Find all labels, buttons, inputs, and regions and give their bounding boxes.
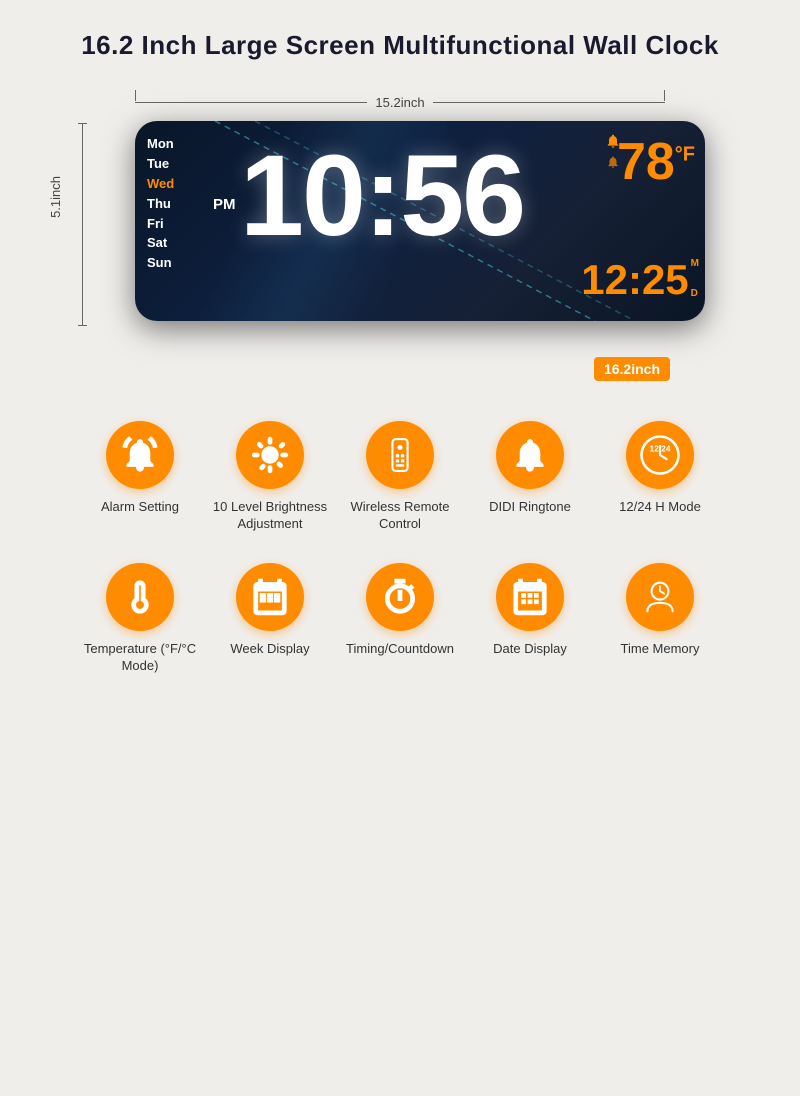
remote-icon-circle bbox=[366, 421, 434, 489]
date-small-display: 12:25 M D bbox=[581, 259, 699, 301]
feature-countdown: Timing/Countdown bbox=[340, 563, 460, 675]
temperature-icon-circle bbox=[106, 563, 174, 631]
day-fri: Fri bbox=[147, 216, 174, 233]
day-mon: Mon bbox=[147, 136, 174, 153]
feature-week: Week Display bbox=[210, 563, 330, 675]
day-thu: Thu bbox=[147, 196, 174, 213]
width-label: 15.2inch bbox=[367, 95, 432, 110]
features-row-2: Temperature (°F/°C Mode) Week Display bbox=[40, 563, 760, 675]
clock-diagram: 15.2inch 5.1inch Mon Tue W bbox=[40, 81, 760, 391]
temperature-display: 78°F bbox=[617, 136, 695, 188]
temp-value: 78 bbox=[617, 133, 675, 191]
ringtone-label: DIDI Ringtone bbox=[489, 499, 571, 516]
week-icon-circle bbox=[236, 563, 304, 631]
height-label: 5.1inch bbox=[48, 176, 63, 218]
day-label: D bbox=[691, 289, 699, 299]
am-pm-label: PM bbox=[213, 196, 236, 213]
feature-remote: Wireless Remote Control bbox=[340, 421, 460, 533]
size-badge: 16.2inch bbox=[594, 357, 670, 381]
features-row-1: Alarm Setting 10 Level Brightness Adjust… bbox=[40, 421, 760, 533]
feature-memory: Time Memory bbox=[600, 563, 720, 675]
date-icon-circle bbox=[496, 563, 564, 631]
thermometer-svg bbox=[121, 578, 159, 616]
memory-icon-circle bbox=[626, 563, 694, 631]
brightness-icon-circle bbox=[236, 421, 304, 489]
day-sat: Sat bbox=[147, 235, 174, 252]
date-label: Date Display bbox=[493, 641, 567, 658]
feature-brightness: 10 Level Brightness Adjustment bbox=[210, 421, 330, 533]
calendar-week-svg bbox=[251, 578, 289, 616]
countdown-label: Timing/Countdown bbox=[346, 641, 454, 658]
feature-alarm: Alarm Setting bbox=[80, 421, 200, 533]
feature-ringtone: DIDI Ringtone bbox=[470, 421, 590, 533]
feature-date: Date Display bbox=[470, 563, 590, 675]
countdown-icon-circle bbox=[366, 563, 434, 631]
alarm-label: Alarm Setting bbox=[101, 499, 179, 516]
day-tue: Tue bbox=[147, 156, 174, 173]
main-time-display: 10:56 bbox=[240, 139, 524, 254]
alarm-icon-circle bbox=[106, 421, 174, 489]
temperature-label: Temperature (°F/°C Mode) bbox=[80, 641, 200, 675]
bell-svg bbox=[511, 436, 549, 474]
calendar-date-svg bbox=[511, 578, 549, 616]
date-md-labels: M D bbox=[691, 259, 699, 299]
remote-label: Wireless Remote Control bbox=[340, 499, 460, 533]
date-value: 12:25 bbox=[581, 259, 688, 301]
page-title: 16.2 Inch Large Screen Multifunctional W… bbox=[20, 30, 780, 61]
feature-mode: 12/24 12/24 H Mode bbox=[600, 421, 720, 533]
day-wed: Wed bbox=[147, 176, 174, 193]
month-label: M bbox=[691, 259, 699, 269]
days-column: Mon Tue Wed Thu Fri Sat Sun bbox=[147, 136, 174, 272]
memory-label: Time Memory bbox=[621, 641, 700, 658]
mode-icon-circle: 12/24 bbox=[626, 421, 694, 489]
stopwatch-svg bbox=[381, 578, 419, 616]
alarm-svg bbox=[121, 436, 159, 474]
feature-temperature: Temperature (°F/°C Mode) bbox=[80, 563, 200, 675]
temp-unit: °F bbox=[675, 144, 695, 166]
clock-display: Mon Tue Wed Thu Fri Sat Sun PM 10:56 bbox=[135, 121, 705, 321]
title-section: 16.2 Inch Large Screen Multifunctional W… bbox=[20, 30, 780, 61]
week-label: Week Display bbox=[230, 641, 309, 658]
ringtone-icon-circle bbox=[496, 421, 564, 489]
brightness-svg bbox=[251, 436, 289, 474]
features-section: Alarm Setting 10 Level Brightness Adjust… bbox=[20, 421, 780, 675]
mode-label: 12/24 H Mode bbox=[619, 499, 701, 516]
brightness-label: 10 Level Brightness Adjustment bbox=[210, 499, 330, 533]
page-container: 16.2 Inch Large Screen Multifunctional W… bbox=[0, 0, 800, 745]
day-sun: Sun bbox=[147, 255, 174, 272]
